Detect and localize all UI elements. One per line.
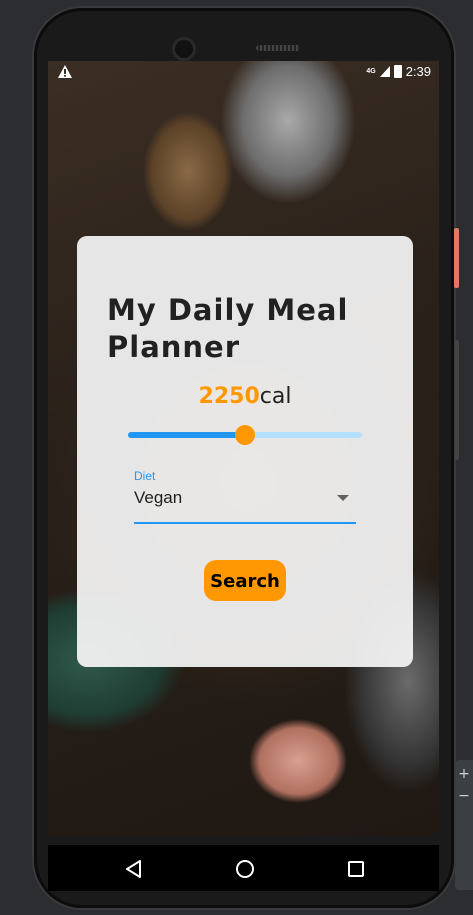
page-title: My Daily Meal Planner — [107, 293, 349, 364]
chevron-down-icon[interactable] — [337, 495, 349, 501]
calorie-slider[interactable] — [128, 425, 362, 445]
calorie-value: 2250 — [198, 384, 260, 409]
volume-button[interactable] — [455, 340, 459, 460]
diet-selected-value[interactable]: Vegan — [134, 488, 182, 508]
status-bar: 4G 2:39 — [48, 61, 439, 83]
slider-active-track — [128, 432, 245, 438]
battery-icon — [393, 65, 402, 78]
status-time: 2:39 — [405, 64, 431, 79]
zoom-out-icon[interactable]: − — [455, 788, 473, 804]
calorie-unit: cal — [259, 384, 292, 409]
home-icon[interactable] — [236, 860, 254, 878]
slider-thumb[interactable] — [235, 425, 255, 445]
power-button[interactable] — [454, 228, 459, 288]
network-type-label: 4G — [366, 68, 376, 75]
emulator-frame: + − 4G 2:39 My Daily Meal Planner 2250ca… — [0, 0, 473, 915]
status-icons: 4G 2:39 — [366, 64, 431, 79]
back-icon[interactable] — [126, 860, 142, 878]
calorie-display: 2250cal — [77, 384, 413, 409]
diet-label: Diet — [134, 469, 156, 483]
meal-planner-card: My Daily Meal Planner 2250cal Diet Vegan… — [77, 236, 413, 667]
app-screen: 4G 2:39 My Daily Meal Planner 2250cal Di… — [48, 61, 439, 835]
recent-apps-icon[interactable] — [348, 861, 364, 877]
android-navigation-bar — [48, 845, 439, 891]
warning-icon — [58, 65, 72, 78]
diet-dropdown[interactable]: Diet Vegan — [134, 467, 356, 524]
earpiece-speaker — [256, 45, 300, 51]
zoom-in-icon[interactable]: + — [455, 766, 473, 782]
signal-icon — [379, 66, 390, 77]
emulator-side-toolbar: + − — [455, 760, 473, 890]
front-camera — [175, 40, 193, 58]
search-button[interactable]: Search — [204, 560, 286, 601]
